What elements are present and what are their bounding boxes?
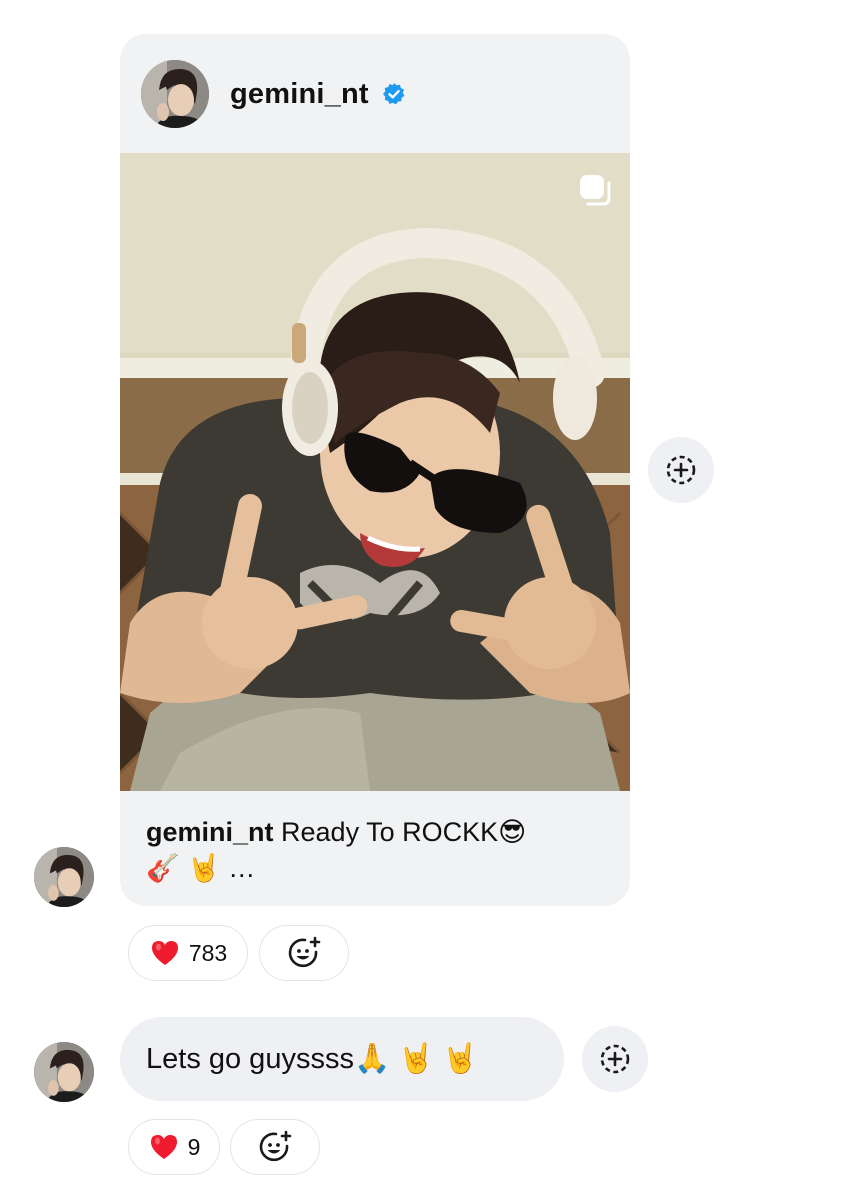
add-reaction-icon xyxy=(600,1044,630,1074)
heart-icon xyxy=(150,1135,177,1159)
message-bubble[interactable]: Lets go guyssss🙏 🤘 🤘 xyxy=(120,1017,564,1101)
shared-post-card[interactable]: gemini_nt gemini_nt Ready To ROCKK😎 🎸 🤘 … xyxy=(120,34,630,906)
chat-thread: gemini_nt gemini_nt Ready To ROCKK😎 🎸 🤘 … xyxy=(0,0,856,1200)
post-caption[interactable]: gemini_nt Ready To ROCKK😎 🎸 🤘 … xyxy=(146,814,586,886)
post-author-avatar[interactable] xyxy=(141,60,209,128)
heart-icon xyxy=(151,941,178,965)
add-reaction-icon xyxy=(666,455,696,485)
add-reaction-button[interactable] xyxy=(582,1026,648,1092)
add-emoji-icon xyxy=(259,1130,292,1162)
sender-avatar[interactable] xyxy=(34,1042,94,1102)
heart-reaction-pill[interactable]: 9 xyxy=(128,1119,220,1175)
heart-reaction-pill[interactable]: 783 xyxy=(128,925,248,981)
caption-username[interactable]: gemini_nt xyxy=(146,817,274,847)
add-emoji-reaction-button[interactable] xyxy=(230,1119,320,1175)
shared-post-header[interactable]: gemini_nt xyxy=(120,34,630,153)
reaction-count: 783 xyxy=(188,939,228,966)
add-emoji-reaction-button[interactable] xyxy=(259,925,349,981)
caption-text: Ready To ROCKK😎 xyxy=(273,817,527,847)
multiple-photos-icon xyxy=(580,175,611,206)
post-author-username[interactable]: gemini_nt xyxy=(230,78,369,111)
message-text: Lets go guyssss🙏 🤘 🤘 xyxy=(146,1043,479,1075)
caption-text-line2: 🎸 🤘 … xyxy=(146,853,256,883)
add-reaction-button[interactable] xyxy=(648,437,714,503)
sender-avatar[interactable] xyxy=(34,847,94,907)
add-emoji-icon xyxy=(288,936,321,968)
post-photo[interactable] xyxy=(120,153,630,791)
verified-badge-icon xyxy=(383,83,405,105)
reaction-count: 9 xyxy=(187,1133,201,1160)
